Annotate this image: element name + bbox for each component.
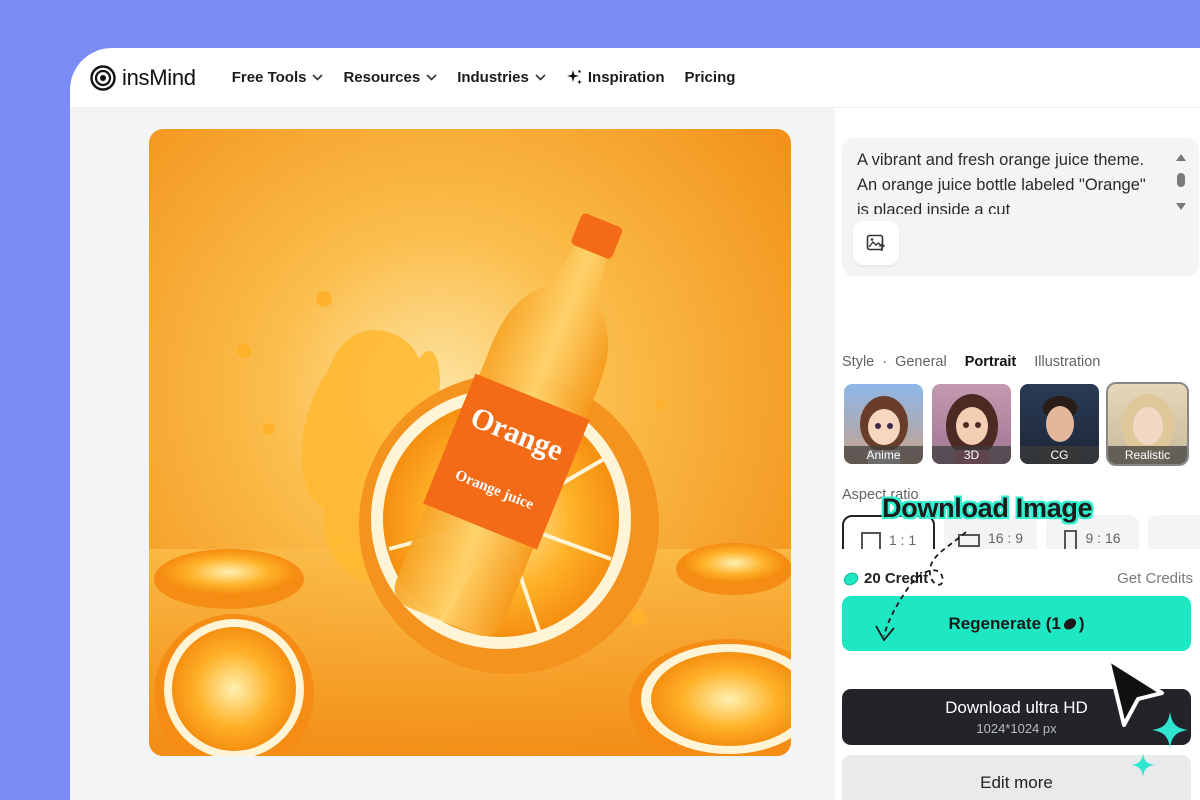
regenerate-label-close: ) (1078, 613, 1085, 633)
prompt-scrollbar[interactable] (1175, 152, 1187, 212)
credit-coin-icon (843, 572, 859, 585)
aspect-option-more[interactable] (1148, 515, 1200, 549)
style-tab-illustration[interactable]: Illustration (1034, 354, 1100, 370)
thumb-label: CG (1020, 446, 1099, 464)
nav-label: Resources (343, 69, 421, 86)
upload-image-button[interactable] (853, 221, 899, 265)
download-label: Download ultra HD (945, 698, 1088, 717)
logo-mark-icon (90, 64, 116, 91)
top-header: insMind Free Tools Resources Industries (70, 48, 1200, 108)
style-thumb-3d[interactable]: 3D (932, 384, 1011, 464)
thumb-label: Anime (844, 446, 923, 464)
nav-label: Inspiration (587, 69, 665, 86)
brand-name: insMind (122, 64, 196, 90)
nav-label: Pricing (684, 69, 736, 86)
prompt-box[interactable]: A vibrant and fresh orange juice theme. … (842, 138, 1199, 276)
style-thumb-realistic[interactable]: Realistic (1106, 382, 1189, 466)
thumb-label: Realistic (1108, 446, 1187, 464)
sparkle-icon (566, 70, 582, 85)
separator-dot: · (882, 354, 888, 370)
get-credits-link[interactable]: Get Credits (1117, 570, 1193, 587)
app-window: insMind Free Tools Resources Industries (70, 48, 1200, 800)
aspect-option-label: 16 : 9 (987, 530, 1024, 546)
nav-free-tools[interactable]: Free Tools (232, 69, 324, 86)
aspect-option-label: 9 : 16 (1085, 530, 1121, 546)
style-tab-general[interactable]: General (895, 354, 947, 370)
chevron-down-icon (535, 74, 546, 81)
dashed-arrow-icon (875, 531, 967, 642)
edit-label: Edit more (980, 773, 1053, 792)
main-nav: Free Tools Resources Industries Inspirat… (232, 69, 756, 86)
generated-image[interactable]: Orange Orange juice (149, 129, 791, 756)
nav-industries[interactable]: Industries (457, 69, 546, 86)
style-tab-portrait[interactable]: Portrait (965, 354, 1017, 370)
download-size: 1024*1024 px (976, 721, 1057, 736)
brand-logo[interactable]: insMind (90, 65, 196, 91)
chevron-down-icon (312, 74, 324, 81)
download-image-callout: Download Image (882, 493, 1093, 523)
style-thumbnails: Anime 3D CG Realistic (844, 382, 1196, 466)
thumb-label: 3D (932, 446, 1011, 464)
nav-label: Free Tools (231, 69, 307, 86)
canvas-area: Orange Orange juice (70, 108, 835, 800)
style-thumb-cg[interactable]: CG (1020, 384, 1099, 464)
style-thumb-anime[interactable]: Anime (844, 384, 923, 464)
prompt-textarea[interactable]: A vibrant and fresh orange juice theme. … (857, 148, 1155, 214)
sparkle-small-icon (1131, 753, 1155, 777)
style-selector: Style · General Portrait Illustration (842, 354, 1118, 370)
nav-resources[interactable]: Resources (343, 69, 437, 86)
nav-pricing[interactable]: Pricing (685, 69, 736, 86)
nav-label: Industries (457, 69, 529, 86)
orange-juice-illustration: Orange Orange juice (149, 129, 791, 756)
nav-inspiration[interactable]: Inspiration (566, 69, 665, 86)
sparkle-large-icon (1152, 712, 1188, 748)
style-label: Style (842, 354, 875, 370)
chevron-down-icon (426, 74, 437, 81)
credit-bean-icon (1063, 617, 1076, 630)
image-upload-icon (866, 234, 886, 251)
portrait-shape-icon (1064, 530, 1078, 549)
